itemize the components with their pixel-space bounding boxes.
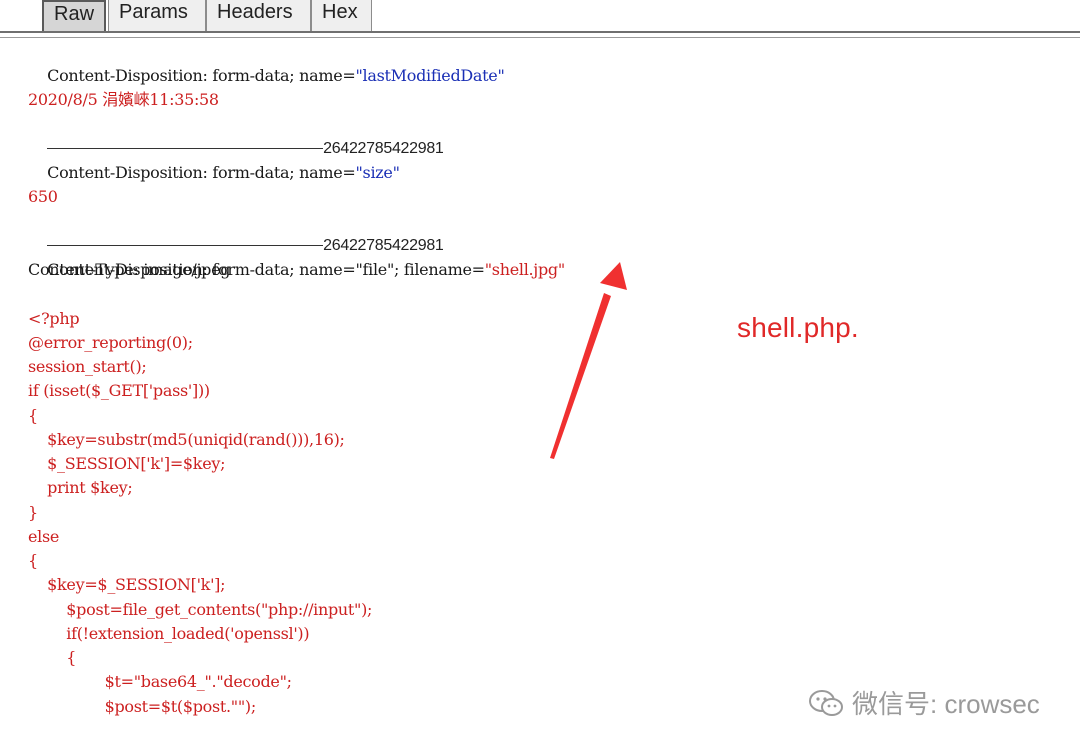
arrow-shaft <box>550 293 611 459</box>
watermark: 微信号: crowsec <box>808 684 1040 721</box>
watermark-text: 微信号: crowsec <box>852 689 1040 719</box>
annotation-arrow <box>550 262 627 459</box>
annotation-label: shell.php. <box>737 312 859 343</box>
wechat-icon <box>809 689 843 716</box>
arrow-head <box>600 262 627 290</box>
